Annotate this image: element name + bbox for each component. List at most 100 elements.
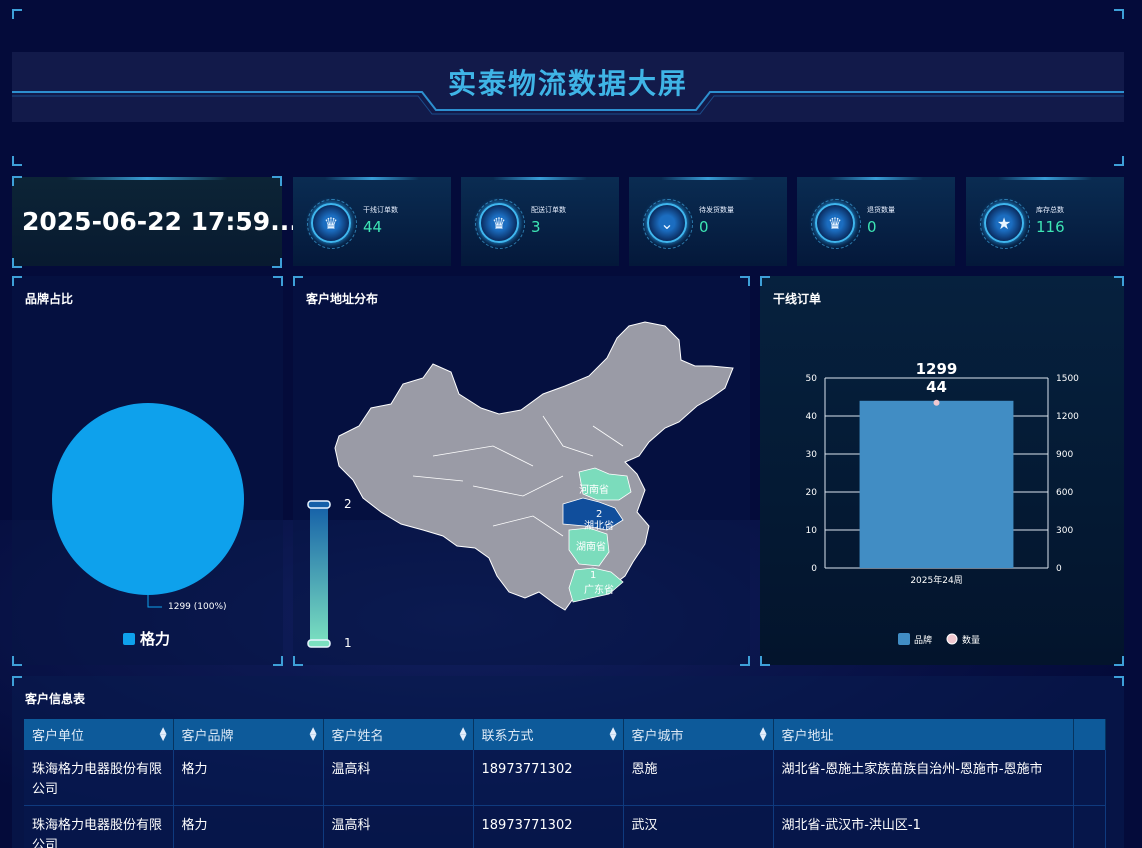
customer-map-panel: 客户地址分布 河南省 2 湖北省 湖南省 1 广东省 2 1: [293, 276, 750, 665]
cell-spacer: [1073, 750, 1106, 806]
cell-city: 武汉: [623, 805, 774, 848]
page-title: 实泰物流数据大屏: [447, 67, 688, 100]
sort-icon[interactable]: ▲ ▼: [310, 727, 317, 743]
visual-map-max-label: 2: [344, 497, 352, 511]
card-corner: [12, 176, 22, 186]
y-left-tick-label: 20: [806, 488, 818, 498]
column-header-address[interactable]: 客户地址: [773, 719, 1074, 750]
data-label-quantity: 1299: [916, 360, 958, 378]
stat-label: 干线订单数: [363, 206, 398, 214]
stat-value: 116: [1036, 218, 1065, 236]
column-header-company[interactable]: 客户单位 ▲ ▼: [24, 719, 174, 750]
panel-corner: [1114, 676, 1124, 686]
cell-spacer: [1073, 805, 1106, 848]
panel-corner: [1114, 656, 1124, 666]
column-header-label: 客户城市: [631, 729, 684, 744]
bar-brand[interactable]: [859, 400, 1014, 568]
panel-corner: [293, 276, 303, 286]
trunk-orders-chart: 0 10 20 30 40 50 0 300 600 900 1200 1500 129944 2025年…: [806, 360, 1080, 646]
x-tick-label: 2025年24周: [910, 574, 962, 586]
column-header-brand[interactable]: 客户品牌 ▲ ▼: [173, 719, 324, 750]
panel-corner: [740, 276, 750, 286]
table-row[interactable]: 珠海格力电器股份有限公司 格力 温高科 18973771302 武汉 湖北省-武…: [24, 805, 1106, 848]
crown-icon: ♛: [307, 199, 357, 249]
card-corner: [12, 258, 22, 268]
stat-card-pending-shipment: ⌄ 待发货数量 0: [629, 177, 787, 266]
panel-corner: [760, 276, 770, 286]
visual-map-handle-top[interactable]: [307, 500, 331, 509]
y-left-tick-label: 10: [806, 526, 818, 536]
y-left-tick-label: 0: [811, 564, 817, 574]
column-header-name[interactable]: 客户姓名 ▲ ▼: [323, 719, 474, 750]
header-banner: 实泰物流数据大屏: [12, 52, 1124, 122]
point-quantity[interactable]: [933, 399, 940, 406]
star-icon: ★: [980, 199, 1030, 249]
column-header-label: 客户姓名: [331, 729, 384, 744]
stat-card-returns: ♛ 退货数量 0: [797, 177, 955, 266]
customer-table: 客户单位 ▲ ▼ 客户品牌 ▲ ▼ 客户姓名 ▲ ▼ 联系方式 ▲ ▼ 客户城市 ▲ ▼ 客户地址 …: [24, 719, 1106, 848]
map-label-henan: 河南省: [579, 485, 609, 496]
pie-legend-item[interactable]: 格力: [123, 628, 170, 649]
visual-map-handle-bottom[interactable]: [307, 639, 331, 648]
y-right-tick-label: 0: [1056, 564, 1062, 574]
panel-corner: [740, 656, 750, 666]
y-left-tick-label: 40: [806, 412, 818, 422]
brand-pie-chart: [52, 403, 244, 608]
table-header-row: 客户单位 ▲ ▼ 客户品牌 ▲ ▼ 客户姓名 ▲ ▼ 联系方式 ▲ ▼ 客户城市 ▲ ▼ 客户地址: [24, 719, 1106, 750]
cell-address: 湖北省-恩施土家族苗族自治州-恩施市-恩施市: [773, 750, 1074, 806]
frame-corner: [12, 156, 22, 166]
y-right-tick-label: 300: [1056, 526, 1073, 536]
card-corner: [272, 258, 282, 268]
y-right-tick-label: 900: [1056, 450, 1073, 460]
visual-map-min-label: 1: [344, 636, 352, 650]
brand-share-panel: 品牌占比 1299 (100%) 格力: [12, 276, 283, 665]
cell-city: 恩施: [623, 750, 774, 806]
data-label-brand: 44: [926, 378, 947, 396]
legend-label-brand[interactable]: 品牌: [914, 634, 932, 646]
trunk-orders-panel: 干线订单 0 10 20 30 40 50 0 300 600 900 1200 1500 1299 44…: [760, 276, 1124, 665]
map-value-guangdong: 1: [590, 570, 597, 581]
stat-label: 待发货数量: [699, 206, 734, 214]
legend-swatch-brand[interactable]: [898, 633, 910, 645]
table-row[interactable]: 珠海格力电器股份有限公司 格力 温高科 18973771302 恩施 湖北省-恩…: [24, 750, 1106, 806]
legend-label: 格力: [140, 630, 171, 648]
chevron-icon: ⌄: [643, 199, 693, 249]
cell-contact: 18973771302: [473, 750, 624, 806]
map-label-hunan: 湖南省: [576, 542, 606, 553]
cell-name: 温高科: [323, 805, 474, 848]
y-left-tick-label: 50: [806, 374, 818, 384]
map-label-guangdong: 广东省: [584, 585, 614, 596]
column-header-label: 客户地址: [781, 729, 834, 744]
sort-icon[interactable]: ▲ ▼: [460, 727, 467, 743]
cell-brand: 格力: [173, 805, 324, 848]
stat-value: 44: [363, 218, 383, 236]
sort-icon[interactable]: ▲ ▼: [760, 727, 767, 743]
legend-label-quantity[interactable]: 数量: [962, 634, 980, 646]
frame-corner: [12, 9, 22, 19]
column-header-contact[interactable]: 联系方式 ▲ ▼: [473, 719, 624, 750]
sort-icon[interactable]: ▲ ▼: [160, 727, 167, 743]
cell-company: 珠海格力电器股份有限公司: [24, 805, 174, 848]
stat-label: 库存总数: [1036, 206, 1064, 214]
panel-corner: [293, 656, 303, 666]
column-header-city[interactable]: 客户城市 ▲ ▼: [623, 719, 774, 750]
column-header-label: 客户单位: [32, 729, 85, 744]
legend-swatch-quantity[interactable]: [946, 633, 958, 645]
stat-value: 3: [531, 218, 541, 236]
pie-slice-label: 1299 (100%): [168, 602, 227, 612]
column-header-label: 客户品牌: [181, 729, 234, 744]
cell-company: 珠海格力电器股份有限公司: [24, 750, 174, 806]
y-right-tick-label: 1200: [1056, 412, 1079, 422]
crown-icon: ♛: [811, 199, 861, 249]
visual-map-bar[interactable]: [310, 505, 328, 643]
y-left-tick-label: 30: [806, 450, 818, 460]
panel-title: 客户信息表: [25, 692, 86, 706]
pie-slice-geli[interactable]: [52, 403, 244, 595]
column-header-label: 联系方式: [481, 729, 534, 744]
current-datetime: 2025-06-22 17:59...: [22, 207, 299, 236]
panel-corner: [273, 656, 283, 666]
y-right-tick-label: 600: [1056, 488, 1073, 498]
stat-card-trunk-orders: ♛ 干线订单数 44: [293, 177, 451, 266]
sort-icon[interactable]: ▲ ▼: [610, 727, 617, 743]
pie-label-line: [147, 595, 162, 608]
